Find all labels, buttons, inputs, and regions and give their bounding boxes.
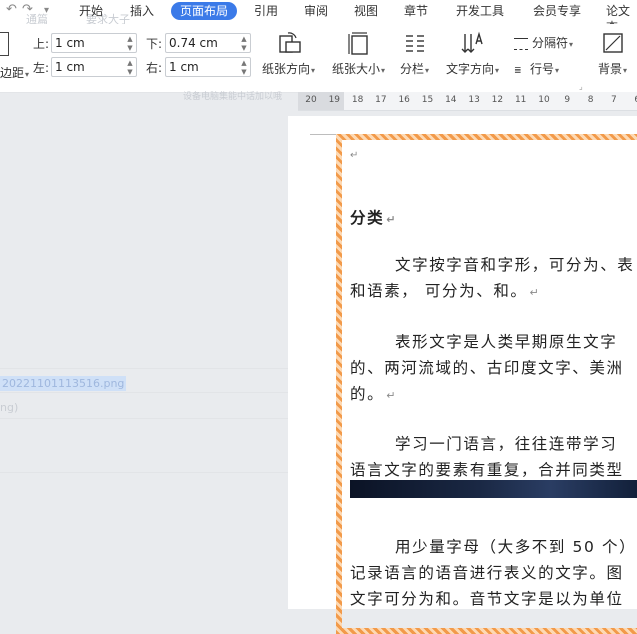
bottom-margin-label: 下: xyxy=(146,37,163,51)
left-margin-label: 左: xyxy=(33,61,50,75)
top-margin-label: 上: xyxy=(33,37,50,51)
right-margin-label: 右: xyxy=(146,61,163,75)
tab-section[interactable]: 章节 xyxy=(404,3,428,19)
right-margin-input[interactable] xyxy=(169,59,229,75)
text-line: 的。 ↵ xyxy=(350,385,398,403)
tab-member[interactable]: 会员专享 xyxy=(533,3,581,19)
file-type-text: ng) xyxy=(0,401,19,414)
ruler-tick-label: 8 xyxy=(587,95,594,105)
top-margin-input[interactable] xyxy=(55,35,115,51)
tab-review[interactable]: 审阅 xyxy=(304,3,328,19)
dialog-launcher-icon[interactable]: ⌟ xyxy=(579,82,583,91)
left-margin-input[interactable] xyxy=(55,59,115,75)
text-line: 的、两河流域的、古印度文字、美洲 xyxy=(350,359,624,377)
ruler-tick-label: 9 xyxy=(564,95,571,105)
tab-page-layout[interactable]: 页面布局 xyxy=(171,2,238,20)
divider xyxy=(0,418,300,419)
text-direction-button[interactable]: 文字方向▾ xyxy=(446,30,499,77)
divider xyxy=(0,472,300,473)
ruler-tick-label: 18 xyxy=(351,95,364,105)
tab-references[interactable]: 引用 xyxy=(254,3,278,19)
ruler-tick-label: 19 xyxy=(328,95,341,105)
ruler-tick-label: 17 xyxy=(375,95,387,105)
text-line: 语言文字的要素有重复，合并同类型 xyxy=(350,461,624,479)
ruler-tick-label: 13 xyxy=(468,95,480,105)
page-break-icon xyxy=(514,37,528,50)
section-heading: 分类 ↵ xyxy=(350,209,398,227)
text-line: 记录语言的语音进行表义的文字。图 xyxy=(350,564,624,582)
page-orientation-icon xyxy=(278,32,301,53)
text-line: 和语素， 可分为、和。 ↵ xyxy=(350,282,541,300)
text-line: 文字按字音和字形，可分为、表 xyxy=(395,256,635,274)
margin-corner-mark xyxy=(310,134,336,135)
ruler-tick-label: 6 xyxy=(629,95,637,105)
spin-down-icon[interactable]: ▼ xyxy=(126,44,134,52)
divider xyxy=(0,392,300,393)
spin-up-icon[interactable]: ▲ xyxy=(126,59,134,67)
spin-up-icon[interactable]: ▲ xyxy=(240,59,248,67)
columns-icon xyxy=(405,35,424,52)
spin-up-icon[interactable]: ▲ xyxy=(240,35,248,43)
line-number-button[interactable]: ≣ 行号▾ xyxy=(514,60,559,77)
spin-down-icon[interactable]: ▼ xyxy=(240,44,248,52)
separator-button[interactable]: 分隔符▾ xyxy=(514,34,573,51)
text-line: 文字可分为和。音节文字是以为单位 xyxy=(350,590,624,608)
tab-developer[interactable]: 开发工具 xyxy=(456,3,504,19)
text-line: 表形文字是人类早期原生文字 xyxy=(395,333,618,351)
ribbon: 边距▾ 上: ▲ ▼ 下: ▲ ▼ 左: ▲ ▼ 右: ▲ ▼ 纸张方向▾ xyxy=(0,24,637,93)
ruler-tick-label: 15 xyxy=(421,95,434,105)
page-background-icon xyxy=(602,33,623,53)
ghost-hint: 设备电脑集能中话加以哦 xyxy=(183,92,283,102)
paper-size-icon xyxy=(347,32,368,55)
columns-button[interactable]: 分栏▾ xyxy=(400,30,429,77)
orientation-button[interactable]: 纸张方向▾ xyxy=(262,30,315,77)
menu-bar: ↶ ↷ ▾ 通篇 要求大子 开始 插入 页面布局 引用 审阅 视图 章节 开发工… xyxy=(0,0,637,34)
text-direction-icon xyxy=(461,31,483,53)
left-margin-field[interactable]: ▲ ▼ xyxy=(51,57,137,77)
ruler-tick-label: 20 xyxy=(305,95,317,105)
horizontal-ruler[interactable]: 20 19 18 17 16 15 14 13 12 11 10 9 8 7 6 xyxy=(298,92,637,111)
ruler-tick-label: 10 xyxy=(538,95,550,105)
top-margin-field[interactable]: ▲ ▼ xyxy=(51,33,137,53)
tab-home[interactable]: 开始 xyxy=(79,3,103,19)
paragraph-mark: ↵ xyxy=(350,150,360,161)
tab-view[interactable]: 视图 xyxy=(354,3,378,19)
paper-size-button[interactable]: 纸张大小▾ xyxy=(332,30,385,77)
margins-icon[interactable] xyxy=(0,32,9,56)
spin-down-icon[interactable]: ▼ xyxy=(240,68,248,76)
background-button[interactable]: 背景▾ xyxy=(598,30,627,77)
tab-insert[interactable]: 插入 xyxy=(130,3,154,19)
ruler-tick-label: 12 xyxy=(491,95,504,105)
file-name-selected[interactable]: 20221101113516.png xyxy=(0,376,127,391)
ruler-tick-label: 16 xyxy=(398,95,410,105)
text-line: 用少量字母（大多不到 50 个） xyxy=(395,538,637,556)
bottom-margin-field[interactable]: ▲ ▼ xyxy=(165,33,251,53)
line-number-icon: ≣ xyxy=(514,66,522,76)
text-line: 学习一门语言，往往连带学习 xyxy=(395,435,618,453)
ruler-tick-label: 11 xyxy=(514,95,527,105)
margins-button[interactable]: 边距▾ xyxy=(0,64,29,81)
embedded-image[interactable] xyxy=(350,480,637,498)
spin-down-icon[interactable]: ▼ xyxy=(126,68,134,76)
divider xyxy=(0,368,300,369)
bottom-margin-input[interactable] xyxy=(169,35,229,51)
spin-up-icon[interactable]: ▲ xyxy=(126,35,134,43)
ruler-tick-label: 7 xyxy=(611,95,617,105)
undo-icon[interactable]: ↶ xyxy=(6,2,17,17)
file-name-row[interactable]: 20221101113516.png xyxy=(0,372,300,391)
right-margin-field[interactable]: ▲ ▼ xyxy=(165,57,251,77)
ruler-tick-label: 14 xyxy=(445,95,457,105)
